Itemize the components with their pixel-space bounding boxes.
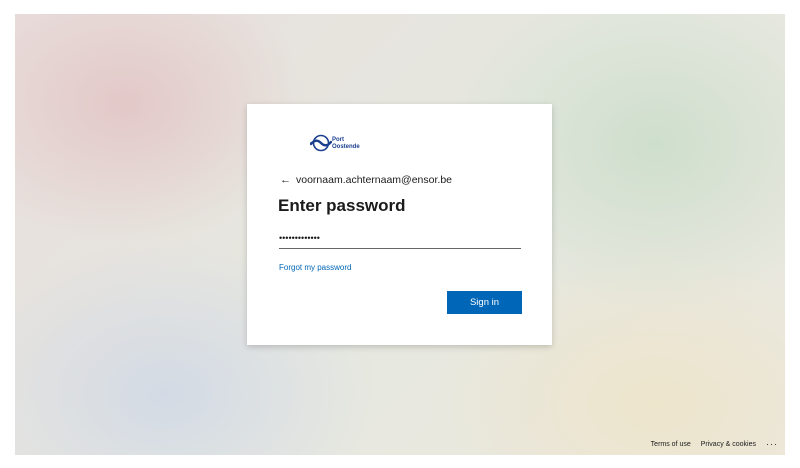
page-title: Enter password [278, 196, 406, 215]
forgot-password-link[interactable]: Forgot my password [279, 263, 351, 272]
login-background: Port Oostende ← voornaam.achternaam@enso… [15, 14, 785, 455]
privacy-cookies-link[interactable]: Privacy & cookies [701, 441, 756, 448]
terms-of-use-link[interactable]: Terms of use [651, 441, 691, 448]
logo-wordmark: Port Oostende [332, 137, 360, 150]
back-arrow-icon[interactable]: ← [280, 174, 291, 186]
account-email: voornaam.achternaam@ensor.be [296, 174, 452, 186]
login-card: Port Oostende ← voornaam.achternaam@enso… [247, 104, 552, 345]
port-oostende-logo-icon [309, 134, 333, 152]
footer: Terms of use Privacy & cookies ··· [641, 439, 778, 449]
port-oostende-logo: Port Oostende [309, 134, 380, 158]
sign-in-button[interactable]: Sign in [447, 291, 522, 314]
password-field[interactable] [279, 228, 521, 249]
account-identity: ← voornaam.achternaam@ensor.be [280, 174, 452, 186]
more-options-icon[interactable]: ··· [766, 439, 778, 449]
